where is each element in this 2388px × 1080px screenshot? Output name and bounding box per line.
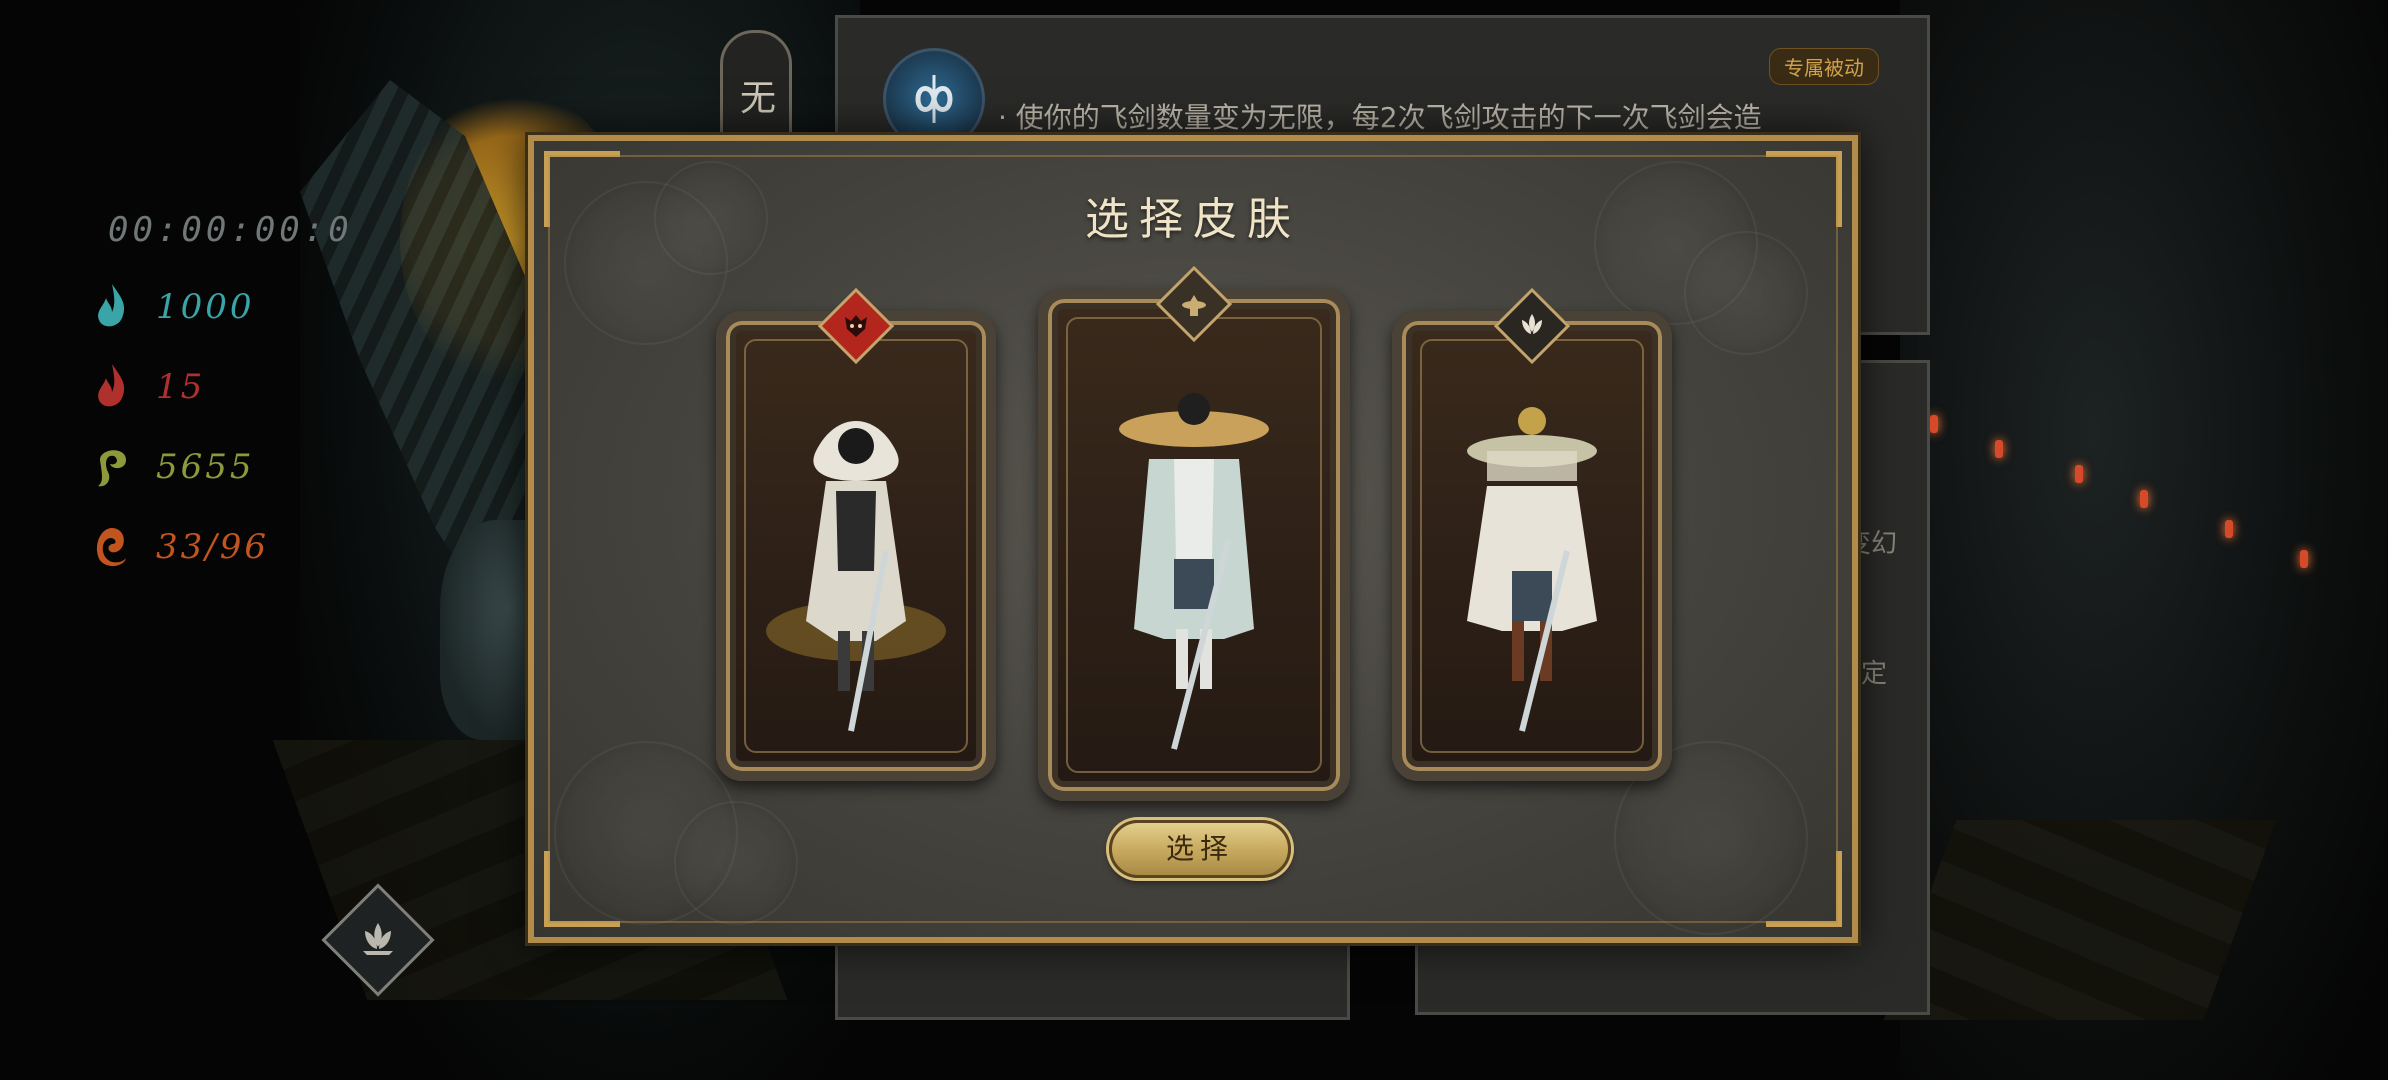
cloud-ornament xyxy=(674,801,798,925)
vertical-title-text: 无 xyxy=(740,78,777,119)
skin-figure-veiled-swordsman xyxy=(1467,407,1597,732)
blue-flame-value: 1000 xyxy=(156,287,255,327)
stat-green-spirit: 5655 xyxy=(92,442,255,492)
red-flame-icon xyxy=(92,362,132,412)
candle xyxy=(2075,465,2083,483)
game-timer: 00:00:00:0 xyxy=(108,210,353,250)
green-spirit-value: 5655 xyxy=(156,447,255,487)
side-text-2: 定 xyxy=(1860,659,1887,689)
skin-select-modal: 选择皮肤 选择 xyxy=(528,135,1858,943)
skin-figure-white-fox xyxy=(766,421,946,732)
skin-figure-straw-hat-swordsman xyxy=(1119,393,1269,750)
stat-orange-swirl: 33/96 xyxy=(92,522,269,572)
candle xyxy=(2300,550,2308,568)
stat-red-flame: 15 xyxy=(92,362,205,412)
skill-description: · 使你的飞剑数量变为无限，每2次飞剑攻击的下一次飞剑会造 xyxy=(998,101,1762,134)
candle xyxy=(1930,415,1938,433)
orange-swirl-value: 33/96 xyxy=(156,527,269,567)
candle xyxy=(1995,440,2003,458)
frame-corner xyxy=(1766,851,1842,927)
green-spirit-icon xyxy=(92,442,132,492)
blue-flame-icon xyxy=(92,282,132,332)
skin-card-2[interactable] xyxy=(1038,265,1350,801)
stat-blue-flame: 1000 xyxy=(92,282,255,332)
modal-title: 选择皮肤 xyxy=(1085,194,1301,245)
cloud-ornament xyxy=(1684,231,1808,355)
frame-corner xyxy=(544,851,620,927)
candle xyxy=(2225,520,2233,538)
exclusive-passive-badge: 专属被动 xyxy=(1769,48,1879,85)
skin-card-3[interactable] xyxy=(1392,287,1672,781)
red-flame-value: 15 xyxy=(156,367,206,407)
orange-swirl-icon xyxy=(92,522,132,572)
select-button[interactable]: 选择 xyxy=(1109,820,1291,878)
lotus-skill-icon xyxy=(363,923,393,955)
candle xyxy=(2140,490,2148,508)
skin-card-1[interactable] xyxy=(716,287,996,781)
